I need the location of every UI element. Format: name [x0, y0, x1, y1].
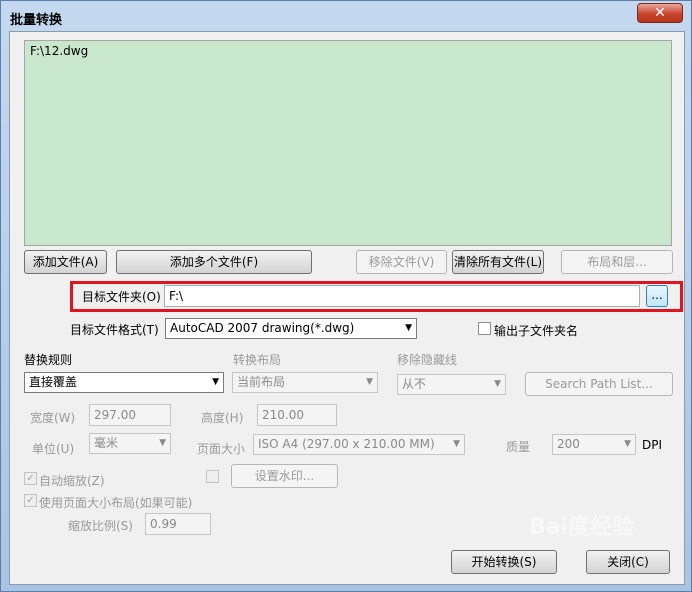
use-page-size-checkbox[interactable]: ✓ — [24, 494, 37, 507]
chevron-down-icon: ▼ — [405, 323, 412, 333]
remove-file-button[interactable]: 移除文件(V) — [356, 250, 447, 274]
remove-hidden-value: 从不 — [402, 377, 427, 391]
unit-value: 毫米 — [94, 436, 119, 450]
title-bar: 批量转换 ✕ — [1, 1, 691, 31]
replace-rule-value: 直接覆盖 — [29, 375, 78, 389]
auto-zoom-checkbox[interactable]: ✓ — [24, 472, 37, 485]
target-format-select[interactable]: AutoCAD 2007 drawing(*.dwg) ▼ — [165, 318, 417, 339]
chevron-down-icon: ▼ — [366, 377, 373, 387]
chevron-down-icon: ▼ — [159, 438, 166, 448]
target-folder-label: 目标文件夹(O) — [82, 290, 161, 304]
zoom-ratio-input[interactable]: 0.99 — [145, 513, 211, 535]
target-format-value: AutoCAD 2007 drawing(*.dwg) — [170, 321, 355, 335]
dialog-body: F:\12.dwg 添加文件(A) 添加多个文件(F) 移除文件(V) 清除所有… — [9, 31, 685, 585]
output-subfolder-label: 输出子文件夹名 — [494, 324, 579, 338]
clear-all-files-button[interactable]: 清除所有文件(L) — [452, 250, 544, 274]
convert-layout-label: 转换布局 — [233, 353, 282, 367]
height-label: 高度(H) — [201, 411, 244, 425]
replace-rule-label: 替换规则 — [24, 353, 73, 367]
quality-label: 质量 — [506, 440, 531, 454]
batch-convert-dialog: 批量转换 ✕ F:\12.dwg 添加文件(A) 添加多个文件(F) 移除文件(… — [0, 0, 692, 592]
width-label: 宽度(W) — [30, 411, 76, 425]
convert-layout-value: 当前布局 — [237, 375, 286, 389]
list-item[interactable]: F:\12.dwg — [30, 44, 666, 58]
use-page-size-label: 使用页面大小布局(如果可能) — [39, 496, 193, 510]
remove-hidden-label: 移除隐藏线 — [397, 353, 458, 367]
add-file-button[interactable]: 添加文件(A) — [24, 250, 107, 274]
search-path-button[interactable]: Search Path List... — [525, 372, 673, 396]
quality-unit: DPI — [642, 438, 663, 452]
target-format-label: 目标文件格式(T) — [70, 323, 159, 337]
auto-zoom-label: 自动缩放(Z) — [39, 474, 105, 488]
chevron-down-icon: ▼ — [212, 377, 219, 387]
close-button[interactable]: 关闭(C) — [586, 550, 670, 574]
close-icon[interactable]: ✕ — [637, 3, 683, 23]
browse-button[interactable]: ... — [646, 285, 668, 307]
remove-hidden-select[interactable]: 从不 ▼ — [397, 374, 506, 395]
page-size-value: ISO A4 (297.00 x 210.00 MM) — [258, 437, 435, 451]
unit-select[interactable]: 毫米 ▼ — [89, 433, 171, 454]
height-input[interactable]: 210.00 — [257, 404, 337, 426]
output-subfolder-checkbox[interactable] — [478, 322, 491, 335]
page-size-label: 页面大小 — [197, 442, 246, 456]
watermark-checkbox[interactable] — [206, 470, 219, 483]
start-convert-button[interactable]: 开始转换(S) — [451, 550, 557, 574]
chevron-down-icon: ▼ — [453, 439, 460, 449]
chevron-down-icon: ▼ — [494, 379, 501, 389]
quality-value: 200 — [557, 437, 580, 451]
page-size-select[interactable]: ISO A4 (297.00 x 210.00 MM) ▼ — [253, 434, 465, 455]
target-folder-input[interactable]: F:\ — [164, 285, 640, 307]
replace-rule-select[interactable]: 直接覆盖 ▼ — [24, 372, 224, 393]
unit-label: 单位(U) — [32, 442, 75, 456]
baidu-watermark: Bai度经验 — [529, 515, 635, 540]
quality-select[interactable]: 200 ▼ — [552, 434, 636, 455]
zoom-ratio-label: 缩放比例(S) — [68, 519, 133, 533]
file-list[interactable]: F:\12.dwg — [24, 40, 672, 246]
convert-layout-select[interactable]: 当前布局 ▼ — [232, 372, 378, 393]
add-multiple-files-button[interactable]: 添加多个文件(F) — [116, 250, 312, 274]
width-input[interactable]: 297.00 — [89, 404, 171, 426]
chevron-down-icon: ▼ — [624, 439, 631, 449]
layout-layers-button[interactable]: 布局和层... — [561, 250, 673, 274]
window-title: 批量转换 — [10, 13, 63, 28]
watermark-button[interactable]: 设置水印... — [231, 464, 338, 488]
